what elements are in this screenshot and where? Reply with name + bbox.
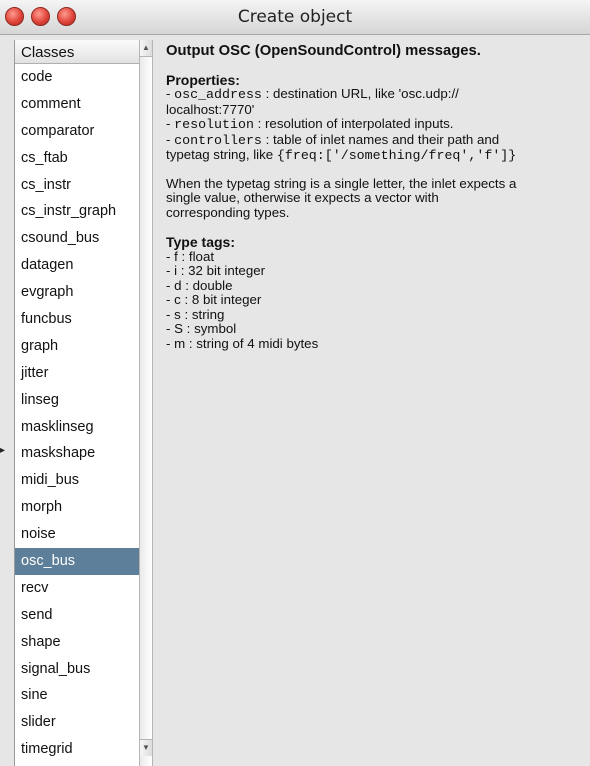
class-item-shape[interactable]: shape: [15, 629, 140, 656]
class-item-evgraph[interactable]: evgraph: [15, 279, 140, 306]
property-controllers: - controllers : table of inlet names and…: [166, 131, 590, 149]
property-controllers-cont: typetag string, like {freq:['/something/…: [166, 147, 590, 164]
classes-header-label: Classes: [21, 44, 75, 61]
class-item-linseg[interactable]: linseg: [15, 387, 140, 414]
class-item-slider[interactable]: slider: [15, 709, 140, 736]
property-text: : resolution of interpolated inputs.: [253, 116, 454, 131]
typetag-item: - c : 8 bit integer: [166, 292, 262, 307]
paragraph-line: corresponding types.: [166, 204, 290, 220]
typetag-item: - s : string: [166, 306, 225, 322]
class-item-maskshape[interactable]: maskshape: [15, 440, 140, 467]
class-item-code[interactable]: code: [15, 64, 140, 91]
property-name: osc_address: [174, 87, 262, 102]
class-item-signal-bus[interactable]: signal_bus: [15, 656, 140, 683]
classes-list[interactable]: Classes code comment comparator cs_ftab cs_i…: [14, 40, 140, 766]
typetags-heading: Type tags:: [166, 234, 235, 250]
property-code: {freq:['/something/freq','f']}: [276, 148, 517, 163]
class-item-osc-bus[interactable]: osc_bus: [15, 548, 140, 575]
classes-scrollbar[interactable]: ▲ ▼: [139, 40, 153, 766]
description-heading: Output OSC (OpenSoundControl) messages.: [166, 43, 481, 59]
class-item-timegrid[interactable]: timegrid: [15, 736, 140, 763]
window-title: Create object: [237, 7, 353, 27]
classes-column-header[interactable]: Classes: [15, 40, 140, 64]
dash: -: [166, 116, 175, 131]
property-text: typetag string, like: [166, 147, 277, 162]
property-osc-address: - osc_address : destination URL, like 'o…: [166, 86, 590, 103]
class-item-csound-bus[interactable]: csound_bus: [15, 225, 140, 252]
property-text: : table of inlet names and their path an…: [261, 131, 500, 147]
class-item-graph[interactable]: graph: [15, 333, 140, 360]
property-resolution: - resolution : resolution of interpolate…: [166, 116, 590, 133]
title-bar[interactable]: Create object: [0, 0, 590, 35]
dash: -: [166, 86, 175, 101]
typetag-item: - f : float: [166, 248, 215, 264]
typetag-item: - m : string of 4 midi bytes: [166, 335, 319, 351]
class-item-morph[interactable]: morph: [15, 494, 140, 521]
class-item-cs-ftab[interactable]: cs_ftab: [15, 145, 140, 172]
paragraph-line: single value, otherwise it expects a vec…: [166, 190, 439, 205]
typetag-item: - i : 32 bit integer: [166, 263, 266, 278]
class-item-recv[interactable]: recv: [15, 575, 140, 602]
paragraph-line: When the typetag string is a single lett…: [166, 175, 517, 191]
class-item-comparator[interactable]: comparator: [15, 118, 140, 145]
properties-heading: Properties:: [166, 71, 240, 88]
property-text: : destination URL, like 'osc.udp://: [261, 86, 459, 101]
typetag-paragraph: When the typetag string is a single lett…: [166, 175, 590, 221]
class-item-midi-bus[interactable]: midi_bus: [15, 467, 140, 494]
property-name: resolution: [174, 117, 254, 132]
class-item-jitter[interactable]: jitter: [15, 360, 140, 387]
class-item-comment[interactable]: comment: [15, 91, 140, 118]
class-item-noise[interactable]: noise: [15, 521, 140, 548]
create-object-window: Create object ▸ Classes code comment compa…: [0, 0, 590, 766]
pointer-mark: ▸: [0, 445, 6, 456]
class-item-sine[interactable]: sine: [15, 682, 140, 709]
typetag-item: - S : symbol: [166, 321, 237, 336]
typetags-list: - f : float - i : 32 bit integer - d : dou…: [166, 248, 590, 352]
dash: -: [166, 131, 175, 147]
class-description: Output OSC (OpenSoundControl) messages. …: [166, 44, 590, 351]
class-item-funcbus[interactable]: funcbus: [15, 306, 140, 333]
class-item-cs-instr-graph[interactable]: cs_instr_graph: [15, 198, 140, 225]
class-item-datagen[interactable]: datagen: [15, 252, 140, 279]
class-item-cs-instr[interactable]: cs_instr: [15, 172, 140, 199]
property-osc-address-cont: localhost:7770': [166, 101, 255, 117]
typetag-item: - d : double: [166, 277, 233, 293]
class-item-masklinseg[interactable]: masklinseg: [15, 414, 140, 441]
classes-items: code comment comparator cs_ftab cs_instr cs_i…: [15, 64, 140, 763]
scroll-down-arrow-icon[interactable]: ▼: [140, 739, 152, 756]
class-item-send[interactable]: send: [15, 602, 140, 629]
property-name: controllers: [174, 132, 262, 148]
scroll-up-arrow-icon[interactable]: ▲: [140, 40, 152, 57]
